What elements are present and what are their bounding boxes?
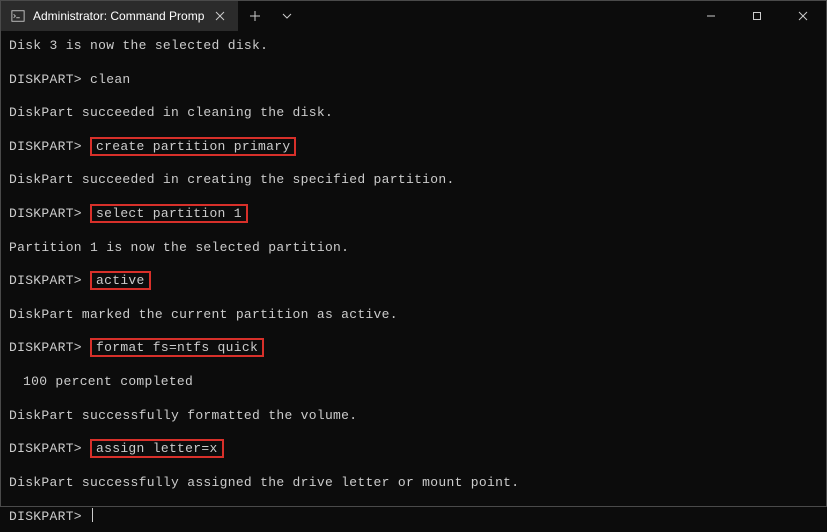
output-line: DiskPart succeeded in creating the speci… bbox=[9, 172, 818, 188]
prompt-line: DISKPART> clean bbox=[9, 72, 818, 88]
highlighted-command: select partition 1 bbox=[90, 204, 248, 223]
output-line: DiskPart successfully formatted the volu… bbox=[9, 408, 818, 424]
prompt: DISKPART> bbox=[9, 340, 82, 355]
prompt: DISKPART> bbox=[9, 206, 82, 221]
highlighted-command: format fs=ntfs quick bbox=[90, 338, 264, 357]
close-window-button[interactable] bbox=[780, 1, 826, 31]
highlighted-command: active bbox=[90, 271, 151, 290]
prompt: DISKPART> bbox=[9, 273, 82, 288]
highlighted-command: assign letter=x bbox=[90, 439, 224, 458]
prompt-line: DISKPART> create partition primary bbox=[9, 139, 818, 155]
prompt-line: DISKPART> active bbox=[9, 273, 818, 289]
highlighted-command: create partition primary bbox=[90, 137, 296, 156]
output-line: Disk 3 is now the selected disk. bbox=[9, 38, 818, 54]
output-line: Partition 1 is now the selected partitio… bbox=[9, 240, 818, 256]
prompt: DISKPART> bbox=[9, 139, 82, 154]
prompt-line: DISKPART> format fs=ntfs quick bbox=[9, 340, 818, 356]
prompt-line: DISKPART> assign letter=x bbox=[9, 441, 818, 457]
minimize-button[interactable] bbox=[688, 1, 734, 31]
output-line: 100 percent completed bbox=[9, 374, 818, 390]
prompt: DISKPART> bbox=[9, 509, 82, 524]
output-line: DiskPart succeeded in cleaning the disk. bbox=[9, 105, 818, 121]
cursor bbox=[92, 508, 93, 522]
output-line: DiskPart marked the current partition as… bbox=[9, 307, 818, 323]
tab-strip: Administrator: Command Promp bbox=[1, 1, 303, 31]
close-tab-button[interactable] bbox=[212, 8, 228, 24]
terminal-output[interactable]: Disk 3 is now the selected disk. DISKPAR… bbox=[1, 31, 826, 532]
maximize-button[interactable] bbox=[734, 1, 780, 31]
prompt-line-active[interactable]: DISKPART> bbox=[9, 508, 818, 525]
tab-title: Administrator: Command Promp bbox=[33, 9, 204, 23]
output-line: DiskPart successfully assigned the drive… bbox=[9, 475, 818, 491]
tab-dropdown-button[interactable] bbox=[271, 1, 303, 31]
command-text: clean bbox=[90, 72, 131, 87]
cmd-icon bbox=[11, 9, 25, 23]
titlebar-drag-area[interactable] bbox=[303, 1, 688, 31]
prompt: DISKPART> bbox=[9, 72, 82, 87]
prompt-line: DISKPART> select partition 1 bbox=[9, 206, 818, 222]
prompt: DISKPART> bbox=[9, 441, 82, 456]
titlebar: Administrator: Command Promp bbox=[1, 1, 826, 31]
new-tab-button[interactable] bbox=[239, 1, 271, 31]
tab-cmd[interactable]: Administrator: Command Promp bbox=[1, 1, 239, 31]
window-controls bbox=[688, 1, 826, 31]
